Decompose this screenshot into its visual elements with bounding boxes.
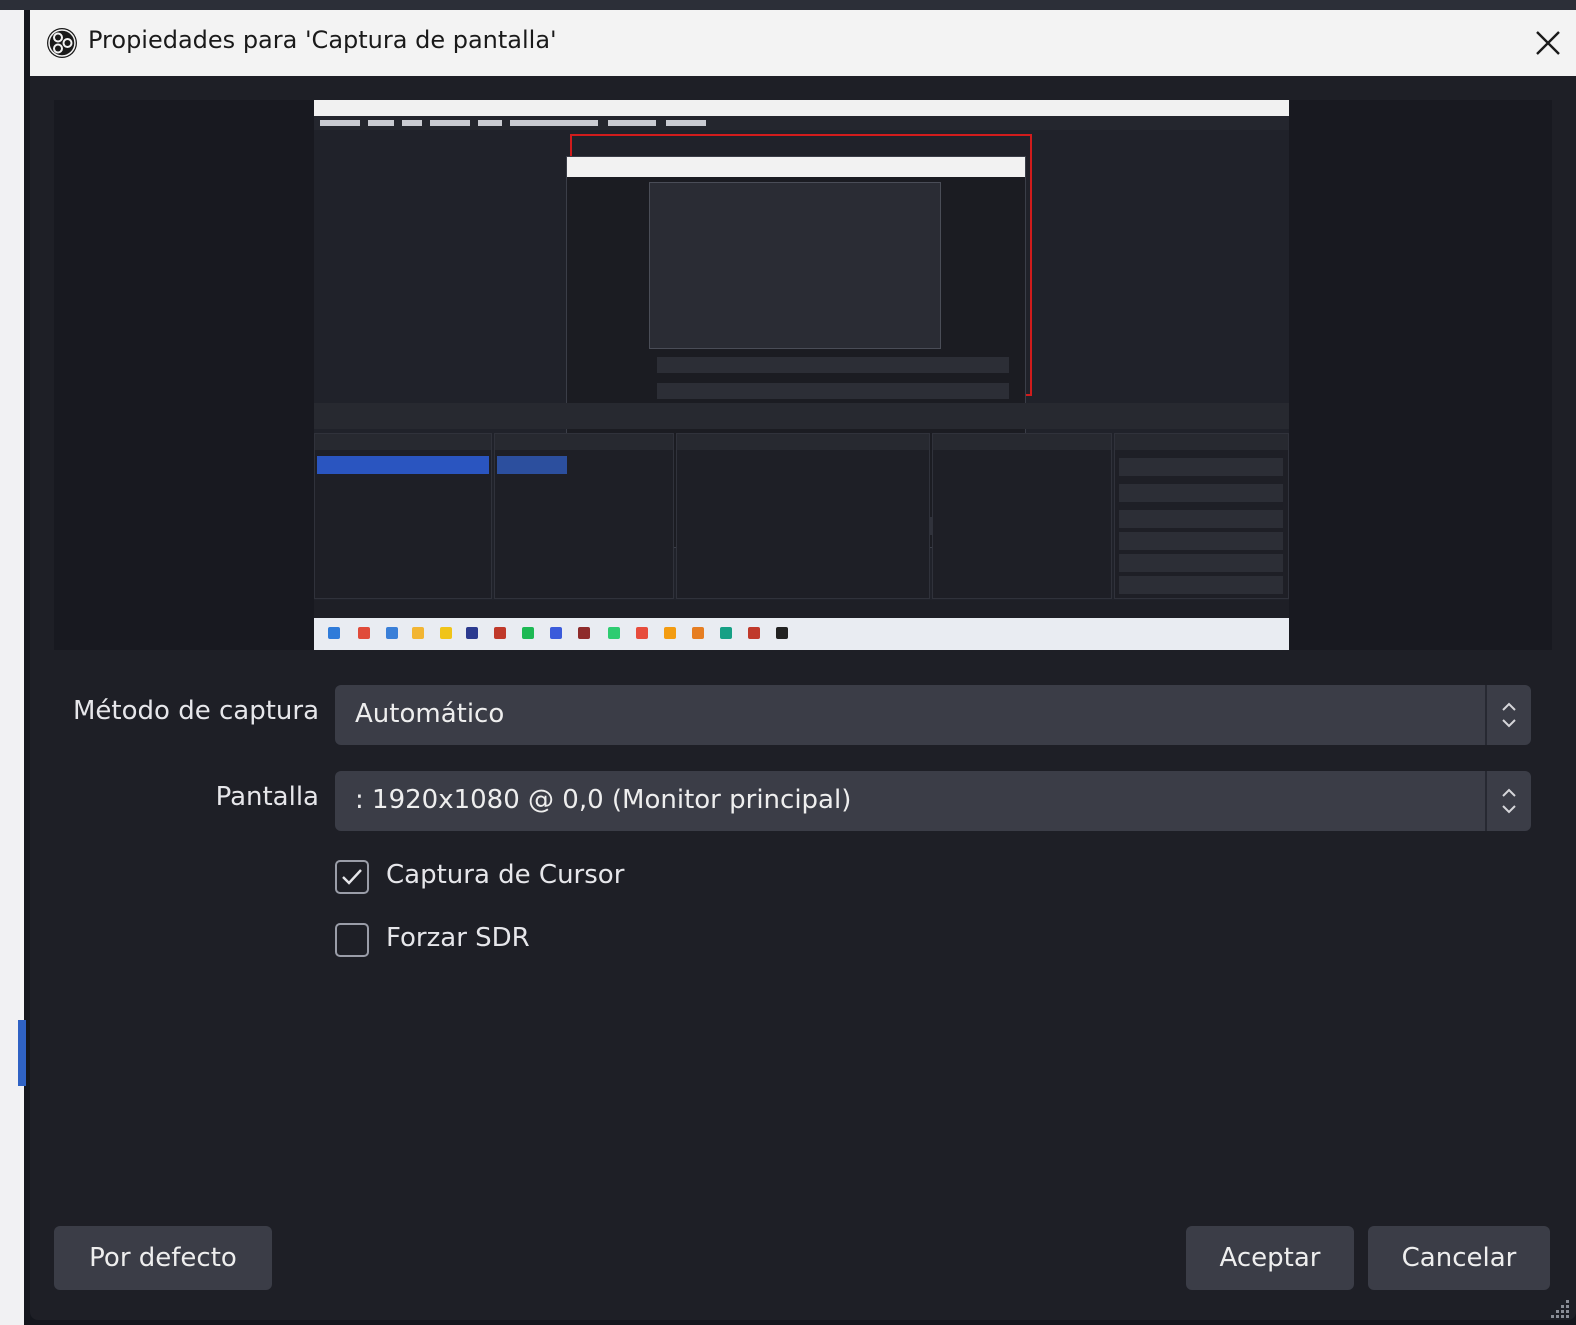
- capture-preview: [54, 100, 1552, 650]
- properties-dialog: Propiedades para 'Captura de pantalla' M…: [30, 10, 1576, 1320]
- checkmark-icon: [342, 869, 362, 885]
- preview-menubar: [314, 116, 1289, 130]
- dialog-title: Propiedades para 'Captura de pantalla': [88, 26, 557, 54]
- resize-grip-icon[interactable]: [1544, 1296, 1572, 1324]
- preview-statusbar: [314, 600, 1289, 618]
- display-label: Pantalla: [215, 782, 319, 812]
- preview-toolbar: [314, 403, 1289, 429]
- background-window-top: [0, 0, 1576, 10]
- background-window: [0, 0, 24, 1325]
- preview-titlebar: [314, 100, 1289, 116]
- chevron-up-down-icon: [1485, 685, 1531, 745]
- capture-method-value: Automático: [355, 699, 505, 729]
- force-sdr-label[interactable]: Forzar SDR: [386, 923, 530, 953]
- capture-method-select[interactable]: Automático: [335, 685, 1531, 745]
- preview-taskbar: [314, 618, 1289, 650]
- obs-logo-icon: [47, 28, 77, 58]
- cancel-button[interactable]: Cancelar: [1368, 1226, 1550, 1290]
- force-sdr-checkbox[interactable]: [335, 923, 369, 957]
- close-icon[interactable]: [1528, 23, 1568, 63]
- display-value: : 1920x1080 @ 0,0 (Monitor principal): [355, 785, 852, 815]
- defaults-button[interactable]: Por defecto: [54, 1226, 272, 1290]
- capture-cursor-label[interactable]: Captura de Cursor: [386, 860, 624, 890]
- display-select[interactable]: : 1920x1080 @ 0,0 (Monitor principal): [335, 771, 1531, 831]
- capture-cursor-checkbox[interactable]: [335, 860, 369, 894]
- background-accent: [18, 1020, 26, 1086]
- preview-image: [314, 100, 1289, 650]
- accept-button[interactable]: Aceptar: [1186, 1226, 1354, 1290]
- capture-method-label: Método de captura: [73, 696, 319, 726]
- title-bar: Propiedades para 'Captura de pantalla': [30, 10, 1576, 76]
- chevron-up-down-icon: [1485, 771, 1531, 831]
- preview-docks: [314, 433, 1289, 599]
